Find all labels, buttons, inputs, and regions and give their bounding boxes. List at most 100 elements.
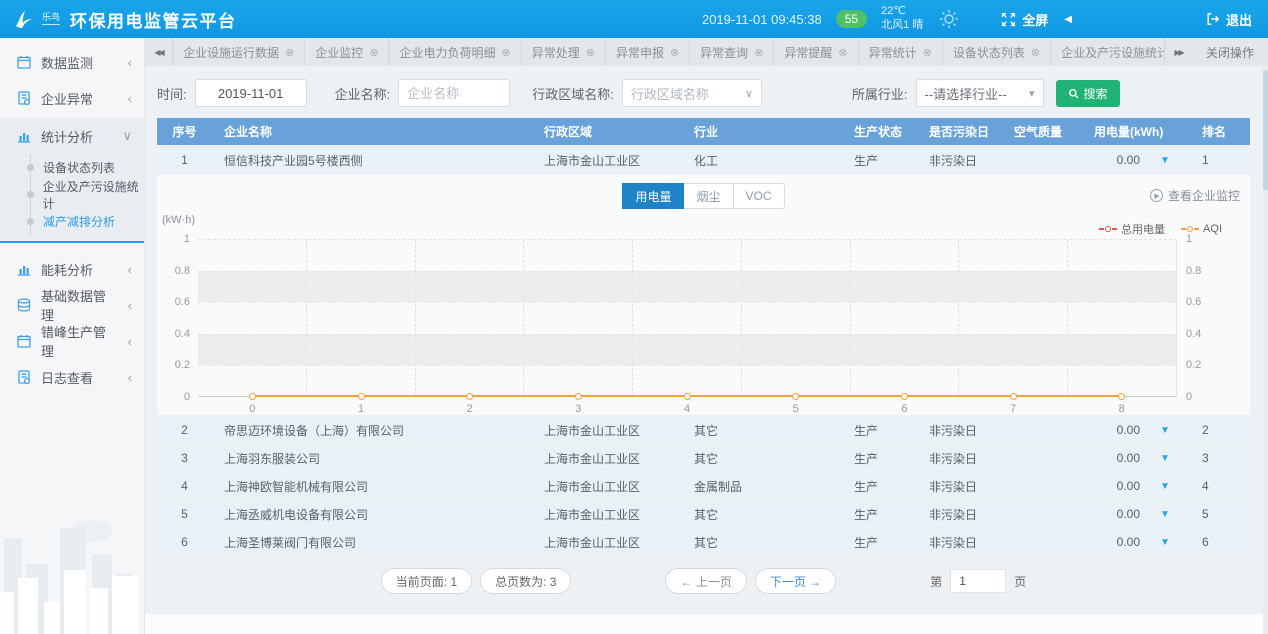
chart-metric-button[interactable]: 用电量 bbox=[622, 183, 684, 209]
cell-pollution-day: 非污染日 bbox=[917, 152, 1002, 169]
tab[interactable]: 异常统计 ⊗ bbox=[859, 38, 943, 66]
tab-close-icon[interactable]: ⊗ bbox=[1031, 46, 1040, 59]
sidebar-item-log-view[interactable]: 日志查看 ‹ bbox=[0, 359, 144, 395]
prev-page-button[interactable]: ← 上一页 bbox=[665, 568, 746, 594]
tab-close-icon[interactable]: ⊗ bbox=[923, 46, 932, 59]
search-icon bbox=[1068, 88, 1079, 99]
trend-down-icon[interactable]: ▼ bbox=[1140, 509, 1190, 520]
cell-company: 上海神欧智能机械有限公司 bbox=[212, 478, 532, 495]
footer-strip bbox=[145, 614, 1268, 634]
cell-industry: 其它 bbox=[682, 422, 842, 439]
sidebar-item-base-data[interactable]: 基础数据管理 ‹ bbox=[0, 287, 144, 323]
close-operations-button[interactable]: 关闭操作 bbox=[1192, 38, 1268, 66]
data-point-marker[interactable] bbox=[466, 393, 473, 400]
tab[interactable]: 企业电力负荷明细 ⊗ bbox=[389, 38, 521, 66]
cell-industry: 化工 bbox=[682, 152, 842, 169]
cell-status: 生产 bbox=[842, 506, 917, 523]
y-tick-label: 0.4 bbox=[1186, 328, 1201, 340]
document-gear-icon bbox=[16, 90, 32, 106]
tab-close-icon[interactable]: ⊗ bbox=[501, 46, 510, 59]
trend-down-icon[interactable]: ▼ bbox=[1140, 425, 1190, 436]
sidebar-item-enterprise-abnormal[interactable]: 企业异常 ‹ bbox=[0, 80, 144, 116]
tab-close-icon[interactable]: ⊗ bbox=[670, 46, 679, 59]
series-markers bbox=[198, 393, 1176, 400]
vertical-scrollbar[interactable] bbox=[1263, 66, 1268, 634]
tab[interactable]: 异常申报 ⊗ bbox=[606, 38, 690, 66]
data-point-marker[interactable] bbox=[792, 393, 799, 400]
tab[interactable]: 企业监控 ⊗ bbox=[305, 38, 389, 66]
tabs-scroll-right-icon[interactable]: ▶▶ bbox=[1164, 38, 1192, 66]
table-row[interactable]: 6 上海圣博莱阀门有限公司 上海市金山工业区 其它 生产 非污染日 0.00 ▼… bbox=[157, 529, 1250, 555]
industry-select[interactable]: --请选择行业-- ▾ bbox=[916, 79, 1044, 107]
chart-metric-button[interactable]: 烟尘 bbox=[684, 183, 733, 209]
goto-page-input[interactable] bbox=[950, 569, 1006, 593]
tabs-scroll-left-icon[interactable]: ◀◀ bbox=[145, 38, 173, 66]
data-point-marker[interactable] bbox=[575, 393, 582, 400]
goto-prefix-label: 第 bbox=[930, 573, 942, 590]
data-point-marker[interactable] bbox=[1118, 393, 1125, 400]
tab-close-icon[interactable]: ⊗ bbox=[369, 46, 378, 59]
logout-button[interactable]: 退出 bbox=[1206, 10, 1252, 29]
sidebar-subitem-enterprise-pollution-stats[interactable]: 企业及产污设施统计 bbox=[31, 181, 144, 208]
chart-metric-button[interactable]: VOC bbox=[734, 183, 785, 209]
y-axis-unit-label: (kW·h) bbox=[162, 214, 195, 226]
aqi-badge: 55 bbox=[836, 10, 867, 28]
trend-down-icon[interactable]: ▼ bbox=[1140, 155, 1190, 166]
tab-label: 设备状态列表 bbox=[953, 44, 1025, 61]
tab-label: 企业设施运行数据 bbox=[183, 44, 279, 61]
data-point-marker[interactable] bbox=[901, 393, 908, 400]
trend-down-icon[interactable]: ▼ bbox=[1140, 453, 1190, 464]
legend-item-total-power[interactable]: 总用电量 bbox=[1099, 221, 1165, 237]
collapse-caret-icon[interactable]: ◀ bbox=[1064, 14, 1072, 25]
trend-down-icon[interactable]: ▼ bbox=[1140, 537, 1190, 548]
tab[interactable]: 异常查询 ⊗ bbox=[690, 38, 774, 66]
tab-close-icon[interactable]: ⊗ bbox=[754, 46, 763, 59]
y-tick-label: 0.8 bbox=[1186, 265, 1201, 277]
view-enterprise-monitor-link[interactable]: ▶ 查看企业监控 bbox=[1150, 187, 1240, 204]
pagination: 当前页面: 1 总页数为: 3 ← 上一页 下一页 → 第 页 bbox=[157, 567, 1250, 595]
sidebar-subitem-label: 减产减排分析 bbox=[43, 213, 115, 230]
tab[interactable]: 设备状态列表 ⊗ bbox=[943, 38, 1051, 66]
fullscreen-button[interactable]: 全屏 bbox=[1001, 10, 1048, 29]
table-row[interactable]: 3 上海羽东服装公司 上海市金山工业区 其它 生产 非污染日 0.00 ▼ 3 bbox=[157, 445, 1250, 471]
data-point-marker[interactable] bbox=[249, 393, 256, 400]
cell-pollution-day: 非污染日 bbox=[917, 506, 1002, 523]
chart-panel: 用电量 烟尘 VOC ▶ 查看企业监控 总用电量 bbox=[157, 175, 1250, 415]
tab[interactable]: 企业设施运行数据 ⊗ bbox=[173, 38, 305, 66]
search-button[interactable]: 搜索 bbox=[1056, 80, 1120, 107]
sidebar-item-statistics[interactable]: 统计分析 ∨ bbox=[0, 118, 144, 154]
chevron-right-icon: ‹ bbox=[128, 55, 132, 70]
x-tick-label: 4 bbox=[633, 403, 742, 415]
data-point-marker[interactable] bbox=[1010, 393, 1017, 400]
data-point-marker[interactable] bbox=[684, 393, 691, 400]
cell-region: 上海市金山工业区 bbox=[532, 506, 682, 523]
time-input[interactable] bbox=[195, 79, 307, 107]
sidebar-item-peak-production[interactable]: 错峰生产管理 ‹ bbox=[0, 323, 144, 359]
tab[interactable]: 异常提醒 ⊗ bbox=[774, 38, 858, 66]
next-page-button[interactable]: 下一页 → bbox=[755, 568, 836, 594]
scrollbar-thumb[interactable] bbox=[1263, 70, 1268, 190]
tab-close-icon[interactable]: ⊗ bbox=[586, 46, 595, 59]
tab[interactable]: 异常处理 ⊗ bbox=[522, 38, 606, 66]
play-circle-icon: ▶ bbox=[1150, 189, 1163, 202]
tab[interactable]: 企业及产污设施统计 ⊗ bbox=[1051, 38, 1164, 66]
sidebar-subitem-reduction-analysis[interactable]: 减产减排分析 bbox=[31, 208, 144, 235]
sidebar-subitem-label: 企业及产污设施统计 bbox=[43, 178, 144, 212]
sidebar-item-data-monitor[interactable]: 数据监测 ‹ bbox=[0, 44, 144, 80]
table-row[interactable]: 2 帝思迈环境设备（上海）有限公司 上海市金山工业区 其它 生产 非污染日 0.… bbox=[157, 417, 1250, 443]
sidebar-item-energy-analysis[interactable]: 能耗分析 ‹ bbox=[0, 251, 144, 287]
search-button-label: 搜索 bbox=[1084, 85, 1108, 102]
data-point-marker[interactable] bbox=[358, 393, 365, 400]
company-name-input[interactable] bbox=[398, 79, 510, 107]
cell-industry: 其它 bbox=[682, 534, 842, 551]
table-row[interactable]: 4 上海神欧智能机械有限公司 上海市金山工业区 金属制品 生产 非污染日 0.0… bbox=[157, 473, 1250, 499]
tab-close-icon[interactable]: ⊗ bbox=[838, 46, 847, 59]
cell-power: 0.00 bbox=[1082, 451, 1140, 465]
tab-close-icon[interactable]: ⊗ bbox=[285, 46, 294, 59]
chevron-down-icon: ∨ bbox=[122, 128, 132, 144]
cell-power: 0.00 bbox=[1082, 153, 1140, 167]
region-select[interactable]: 行政区域名称 ∨ bbox=[622, 79, 762, 107]
trend-down-icon[interactable]: ▼ bbox=[1140, 481, 1190, 492]
table-row[interactable]: 1 恒信科技产业园5号楼西侧 上海市金山工业区 化工 生产 非污染日 0.00 … bbox=[157, 147, 1250, 173]
table-row[interactable]: 5 上海丞威机电设备有限公司 上海市金山工业区 其它 生产 非污染日 0.00 … bbox=[157, 501, 1250, 527]
